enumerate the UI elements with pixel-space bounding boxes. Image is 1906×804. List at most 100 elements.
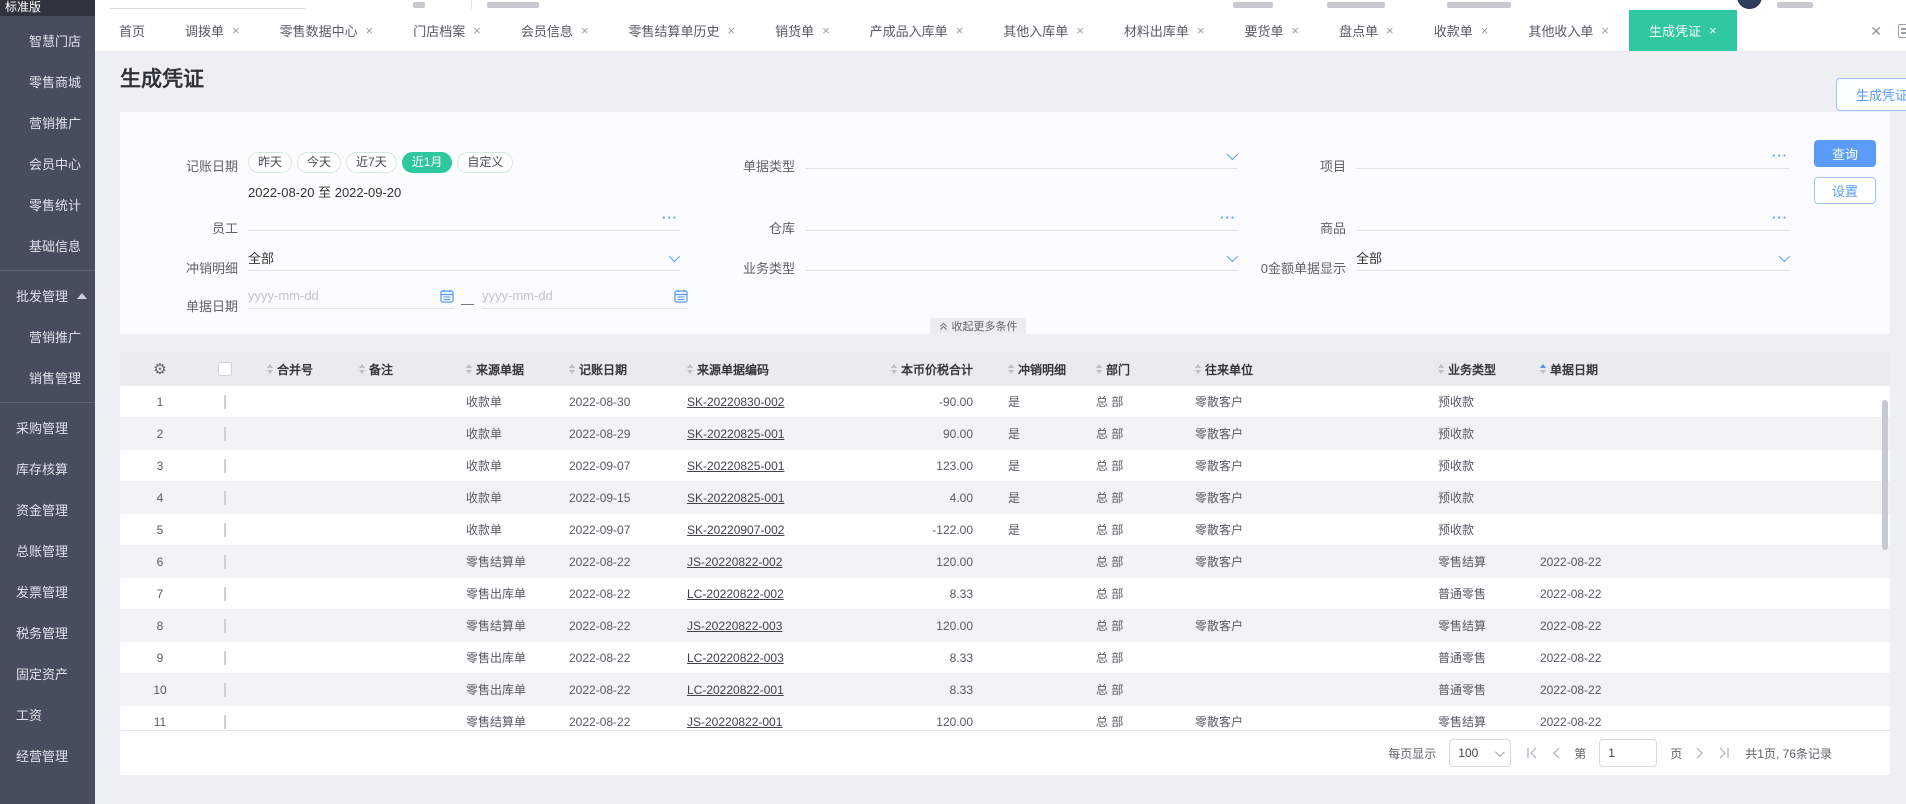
sidebar-item-工资[interactable]: 工资 — [0, 694, 95, 735]
source-doc-link[interactable]: JS-20220822-003 — [665, 619, 800, 633]
source-doc-link[interactable]: SK-20220830-002 — [665, 395, 800, 409]
date-preset-近1月[interactable]: 近1月 — [401, 152, 453, 173]
tab-list-icon[interactable] — [1898, 24, 1906, 38]
warehouse-field[interactable]: ··· — [805, 205, 1238, 231]
calendar-icon[interactable] — [440, 289, 454, 303]
date-preset-今天[interactable]: 今天 — [297, 152, 342, 173]
sidebar-item-会员中心[interactable]: 会员中心 — [0, 143, 95, 184]
sidebar-item-营销推广[interactable]: 营销推广 — [0, 316, 95, 357]
sort-icon[interactable] — [687, 364, 693, 374]
next-page-button[interactable] — [1695, 747, 1704, 759]
column-header-partner[interactable]: 往来单位 — [1180, 352, 1425, 386]
close-icon[interactable]: × — [956, 24, 964, 37]
source-doc-link[interactable]: LC-20220822-002 — [665, 587, 800, 601]
sort-icon[interactable] — [569, 364, 575, 374]
close-icon[interactable]: × — [1292, 24, 1300, 37]
zero-amount-select[interactable]: 全部 — [1356, 245, 1791, 271]
doc-date-end-field[interactable] — [482, 283, 688, 309]
date-preset-昨天[interactable]: 昨天 — [248, 152, 293, 173]
page-number-input[interactable] — [1599, 739, 1658, 767]
source-doc-link[interactable]: JS-20220822-002 — [665, 555, 800, 569]
employee-field[interactable]: ··· — [248, 205, 680, 231]
table-row[interactable]: 5 收款单 2022-09-07 SK-20220907-002 -122.00 是 总 部… — [120, 514, 1890, 546]
close-icon[interactable]: × — [822, 24, 830, 37]
sort-icon[interactable] — [1540, 364, 1546, 374]
table-row[interactable]: 7 零售出库单 2022-08-22 LC-20220822-002 8.33 总 部 普通… — [120, 578, 1890, 610]
generate-voucher-button[interactable]: 生成凭证 — [1836, 78, 1906, 111]
table-row[interactable]: 4 收款单 2022-09-15 SK-20220825-001 4.00 是 总 部 零散客… — [120, 482, 1890, 514]
sort-icon[interactable] — [466, 364, 472, 374]
close-icon[interactable]: × — [1481, 24, 1489, 37]
close-icon[interactable]: × — [727, 24, 735, 37]
sidebar-item-税务管理[interactable]: 税务管理 — [0, 612, 95, 653]
row-checkbox[interactable] — [224, 650, 226, 665]
close-icon[interactable]: × — [1076, 24, 1084, 37]
source-doc-link[interactable]: SK-20220907-002 — [665, 523, 800, 537]
sidebar-item-固定资产[interactable]: 固定资产 — [0, 653, 95, 694]
sidebar-item-发票管理[interactable]: 发票管理 — [0, 571, 95, 612]
row-checkbox[interactable] — [224, 490, 226, 505]
row-checkbox[interactable] — [224, 682, 226, 697]
column-header-note[interactable]: 备注 — [345, 352, 445, 386]
row-checkbox[interactable] — [224, 618, 226, 633]
column-header-biz_type[interactable]: 业务类型 — [1425, 352, 1525, 386]
row-checkbox[interactable] — [224, 426, 226, 441]
write-off-select[interactable]: 全部 — [248, 245, 681, 271]
close-icon[interactable]: × — [1386, 24, 1394, 37]
project-picker-icon[interactable]: ··· — [1770, 148, 1790, 163]
doc-date-end-input[interactable] — [482, 288, 674, 303]
column-header-amount[interactable]: 本币价税合计 — [800, 352, 985, 386]
close-icon[interactable]: × — [473, 24, 481, 37]
column-settings-button[interactable]: ⚙ — [120, 352, 200, 386]
page-size-select[interactable]: 100 — [1449, 739, 1512, 767]
sidebar-item-总账管理[interactable]: 总账管理 — [0, 530, 95, 571]
sort-icon[interactable] — [1438, 364, 1444, 374]
close-all-tabs-icon[interactable]: ✕ — [1870, 23, 1882, 40]
sidebar-item-资金管理[interactable]: 资金管理 — [0, 489, 95, 530]
tab-会员信息[interactable]: 会员信息 × — [501, 10, 609, 51]
row-checkbox[interactable] — [224, 586, 226, 601]
source-doc-link[interactable]: SK-20220825-001 — [665, 491, 800, 505]
close-icon[interactable]: × — [1197, 24, 1205, 37]
source-doc-link[interactable]: SK-20220825-001 — [665, 459, 800, 473]
collapse-conditions-button[interactable]: 收起更多条件 — [930, 318, 1026, 334]
doc-date-start-input[interactable] — [248, 288, 440, 303]
sort-icon[interactable] — [1096, 364, 1102, 374]
business-type-select[interactable] — [805, 245, 1239, 271]
query-button[interactable]: 查询 — [1814, 140, 1876, 167]
column-header-dept[interactable]: 部门 — [1085, 352, 1180, 386]
close-icon[interactable]: × — [581, 24, 589, 37]
date-preset-近7天[interactable]: 近7天 — [346, 152, 397, 173]
tab-首页[interactable]: 首页 — [99, 10, 165, 51]
goods-field[interactable]: ··· — [1356, 205, 1790, 231]
tab-要货单[interactable]: 要货单 × — [1225, 10, 1320, 51]
tab-门店档案[interactable]: 门店档案 × — [393, 10, 501, 51]
sort-icon[interactable] — [890, 364, 897, 374]
source-doc-link[interactable]: JS-20220822-001 — [665, 715, 800, 729]
sidebar-item-批发管理[interactable]: 批发管理 — [0, 275, 95, 316]
tab-零售数据中心[interactable]: 零售数据中心 × — [260, 10, 394, 51]
column-header-acct_date[interactable]: 记账日期 — [555, 352, 665, 386]
goods-picker-icon[interactable]: ··· — [1770, 210, 1790, 225]
table-row[interactable]: 10 零售出库单 2022-08-22 LC-20220822-001 8.33 总 部 普… — [120, 674, 1890, 706]
sidebar-item-销售管理[interactable]: 销售管理 — [0, 357, 95, 398]
sort-icon[interactable] — [1195, 364, 1201, 374]
close-icon[interactable]: × — [232, 24, 240, 37]
select-all-checkbox[interactable] — [218, 362, 232, 376]
tab-调拨单[interactable]: 调拨单 × — [165, 10, 260, 51]
sidebar-item-营销推广[interactable]: 营销推广 — [0, 102, 95, 143]
row-checkbox[interactable] — [224, 394, 226, 409]
source-doc-link[interactable]: LC-20220822-003 — [665, 651, 800, 665]
source-doc-link[interactable]: SK-20220825-001 — [665, 427, 800, 441]
sidebar-item-库存核算[interactable]: 库存核算 — [0, 448, 95, 489]
first-page-button[interactable] — [1526, 747, 1539, 759]
tab-其他收入单[interactable]: 其他收入单 × — [1508, 10, 1629, 51]
tab-产成品入库单[interactable]: 产成品入库单 × — [850, 10, 984, 51]
column-header-code[interactable]: 来源单据编码 — [665, 352, 800, 386]
calendar-icon[interactable] — [674, 289, 688, 303]
doc-date-start-field[interactable] — [248, 283, 454, 309]
tab-零售结算单历史[interactable]: 零售结算单历史 × — [608, 10, 755, 51]
tab-收款单[interactable]: 收款单 × — [1414, 10, 1509, 51]
column-header-writeoff[interactable]: 冲销明细 — [985, 352, 1085, 386]
sidebar-item-经营管理[interactable]: 经营管理 — [0, 735, 95, 776]
